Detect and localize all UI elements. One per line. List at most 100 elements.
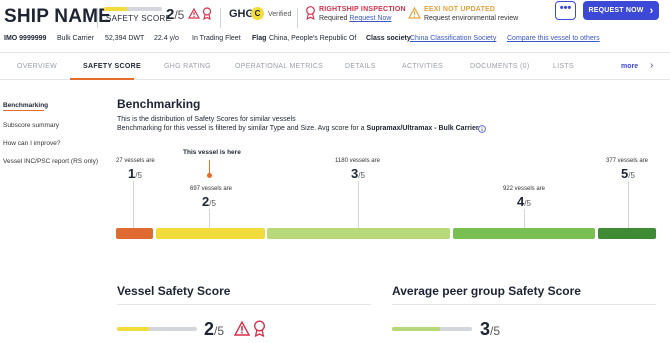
warning-icon: [234, 321, 250, 336]
rightship-ribbon-icon: [253, 320, 266, 337]
flag-value: China, People's Republic Of: [269, 35, 357, 42]
rightship-inspection-icon: [306, 6, 315, 20]
vessel-safety-score-bar-fill: [117, 327, 149, 331]
peer-safety-score-den: /5: [490, 324, 501, 338]
tab-overview[interactable]: OVERVIEW: [17, 63, 57, 70]
ghg-rating-badge: C: [251, 7, 264, 20]
sidebar-item-vessel-inc-psc-report[interactable]: Vessel INC/PSC report (RS only): [3, 158, 98, 165]
vessel-type: Bulk Carrier: [57, 35, 94, 42]
peer-safety-score-bar-fill: [392, 327, 440, 331]
filter-text: Benchmarking for this vessel is filtered…: [117, 125, 367, 132]
group-4-score: 4/5: [517, 194, 531, 209]
group-2-guide: [209, 209, 210, 228]
class-society-link[interactable]: China Classification Society: [410, 35, 496, 42]
group-5-score: 5/5: [621, 166, 635, 181]
request-now-button[interactable]: REQUEST NOW ›: [583, 1, 659, 20]
group-2-count: 697 vessels are: [190, 186, 233, 192]
tab-lists[interactable]: LISTS: [553, 63, 574, 70]
vessel-safety-score-bar: [117, 327, 197, 331]
distribution-segment-5: [598, 228, 656, 239]
distribution-segment-4: [453, 228, 595, 239]
tab-activities[interactable]: ACTIVITIES: [402, 63, 443, 70]
peer-safety-score-bar: [392, 327, 472, 331]
group-2-score: 2/5: [202, 194, 216, 209]
this-vessel-marker-dot: [207, 173, 212, 178]
benchmarking-filter-description: Benchmarking for this vessel is filtered…: [117, 125, 479, 132]
this-vessel-marker-line: [209, 160, 210, 174]
rightship-inspection-status: Required Request Now: [319, 15, 391, 22]
flag-label: Flag: [252, 35, 267, 42]
group-4-count: 922 vessels are: [503, 186, 546, 192]
header-divider: [297, 8, 298, 28]
section-divider: [117, 304, 371, 305]
group-3-score: 3/5: [351, 166, 365, 181]
peer-safety-score-number: 3: [480, 319, 491, 339]
tab-details[interactable]: DETAILS: [345, 63, 376, 70]
rightship-inspection-title: RIGHTSHIP INSPECTION: [319, 6, 406, 13]
tab-safety-score[interactable]: SAFETY SCORE: [83, 63, 141, 70]
chevron-right-icon[interactable]: ›: [650, 60, 653, 71]
group-1-guide: [133, 181, 134, 228]
group-3-score-den: /5: [358, 171, 365, 180]
safety-score-bar-fill: [104, 7, 128, 11]
tab-operational-metrics[interactable]: OPERATIONAL METRICS: [235, 63, 323, 70]
section-divider: [392, 304, 656, 305]
header-divider: [220, 8, 221, 28]
eexi-status-title: EEXI NOT UPDATED: [424, 6, 496, 13]
group-3-count: 1180 vessels are: [335, 158, 380, 164]
tabs-more-link[interactable]: more: [621, 63, 638, 70]
sidebar-item-subscore-summary[interactable]: Subscore summary: [3, 122, 59, 129]
sidebar-item-how-can-i-improve[interactable]: How can I improve?: [3, 140, 60, 147]
request-now-label: REQUEST NOW: [588, 7, 644, 14]
safety-score-bar: [104, 7, 162, 11]
warning-icon: [188, 8, 200, 19]
eexi-status-subtitle: Request environmental review: [424, 15, 519, 22]
distribution-segment-2: [156, 228, 265, 239]
class-society-label: Class society: [366, 35, 411, 42]
compare-vessel-link[interactable]: Compare this vessel to others: [507, 35, 600, 42]
request-now-link[interactable]: Request Now: [349, 15, 391, 22]
ship-name: SHIP NAME: [4, 6, 112, 27]
sidebar-item-benchmarking[interactable]: Benchmarking: [3, 102, 48, 109]
group-2-score-den: /5: [209, 199, 216, 208]
group-1-count: 27 vessels are: [116, 158, 155, 164]
group-1-score: 1/5: [128, 166, 142, 181]
distribution-segment-1: [116, 228, 153, 239]
sidebar-active-indicator: [3, 110, 44, 111]
eexi-warning-icon: [408, 7, 421, 19]
benchmarking-description: This is the distribution of Safety Score…: [117, 116, 296, 123]
rightship-required-text: Required: [319, 15, 348, 22]
vessel-age: 22.4 y/o: [154, 35, 179, 42]
vessel-safety-score-number: 2: [204, 319, 215, 339]
peer-safety-score-value: 3/5: [480, 319, 500, 340]
group-1-score-den: /5: [135, 171, 142, 180]
header-divider: [97, 8, 98, 28]
tab-bar: OVERVIEW SAFETY SCORE GHG RATING OPERATI…: [0, 52, 670, 80]
average-peer-safety-score-title: Average peer group Safety Score: [392, 284, 581, 298]
info-icon[interactable]: [478, 125, 486, 133]
tab-ghg-rating[interactable]: GHG RATING: [164, 63, 211, 70]
group-4-guide: [524, 209, 525, 228]
group-4-score-den: /5: [524, 199, 531, 208]
rightship-ribbon-icon: [202, 7, 212, 20]
safety-score-denominator: /5: [174, 8, 185, 22]
filter-group-name: Supramax/Ultramax - Bulk Carrier: [366, 125, 479, 132]
vessel-safety-score-value: 2/5: [204, 319, 224, 340]
active-tab-indicator: [70, 78, 134, 80]
safety-score-label: SAFETY SCORE: [106, 14, 172, 23]
ghg-verified-text: Verified: [268, 11, 292, 18]
vessel-safety-score-title: Vessel Safety Score: [117, 284, 231, 298]
distribution-segment-3: [267, 228, 450, 239]
this-vessel-label: This vessel is here: [183, 149, 241, 156]
vessel-safety-score-den: /5: [214, 324, 225, 338]
chevron-right-icon: ›: [649, 4, 654, 17]
group-5-score-den: /5: [628, 171, 635, 180]
imo-number: IMO 9999999: [4, 35, 47, 42]
safety-score-value: 2/5: [166, 6, 184, 23]
benchmarking-title: Benchmarking: [117, 97, 201, 111]
group-3-guide: [358, 181, 359, 228]
more-options-button[interactable]: •••: [555, 1, 576, 20]
tab-documents[interactable]: DOCUMENTS (0): [470, 63, 530, 70]
group-5-count: 377 vessels are: [606, 158, 649, 164]
group-5-guide: [628, 181, 629, 228]
